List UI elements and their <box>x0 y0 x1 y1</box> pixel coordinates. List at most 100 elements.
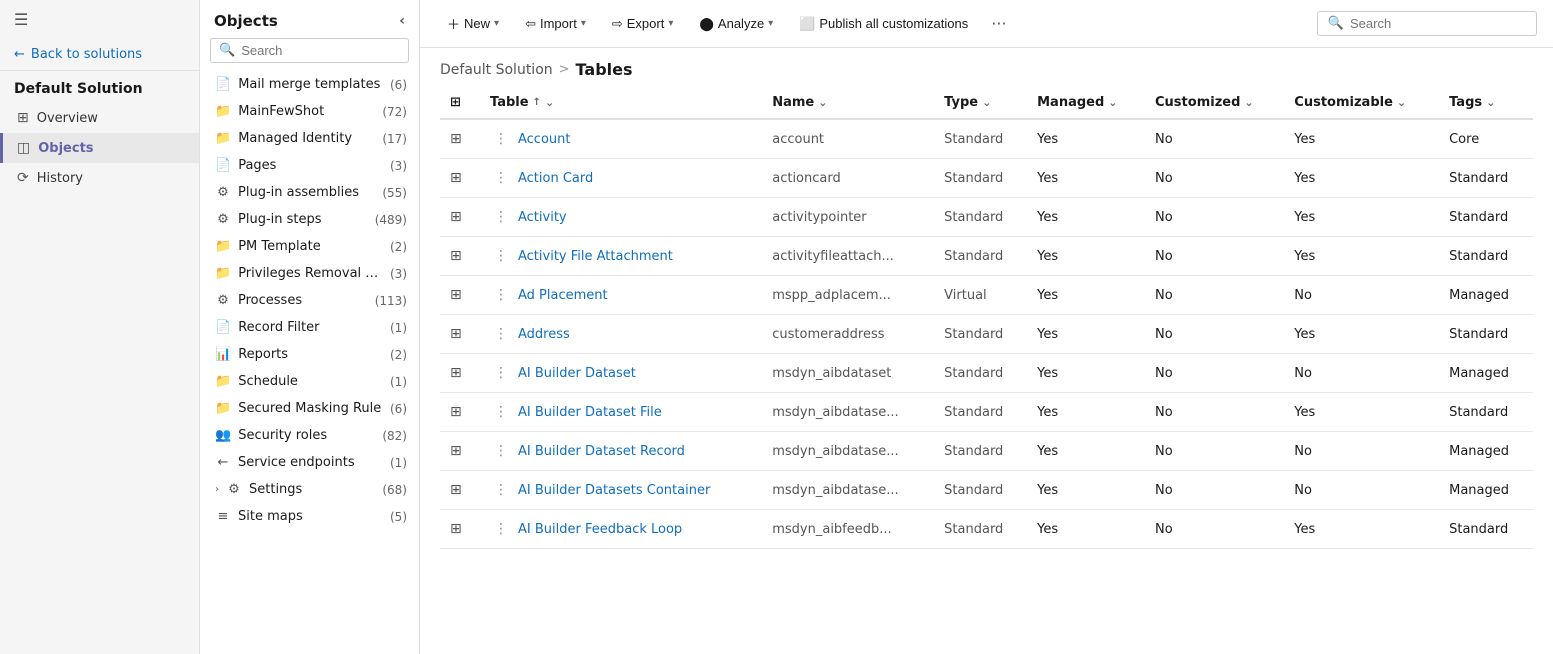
objects-item-record-filter[interactable]: 📄 Record Filter (1) <box>200 314 419 341</box>
hamburger-icon[interactable]: ☰ <box>0 0 199 39</box>
row-table-name[interactable]: Address <box>518 327 570 342</box>
row-table-name[interactable]: AI Builder Datasets Container <box>518 483 710 498</box>
analyze-button[interactable]: ⬤ Analyze ▾ <box>688 10 784 38</box>
row-menu-icon[interactable]: ⋮ <box>490 441 512 461</box>
th-tags[interactable]: Tags⌄ <box>1439 87 1533 119</box>
import-label: Import <box>540 16 577 31</box>
sidebar-item-overview[interactable]: ⊞ Overview <box>0 103 199 133</box>
row-table-name[interactable]: Action Card <box>518 171 593 186</box>
row-menu-icon[interactable]: ⋮ <box>490 285 512 305</box>
objects-item-processes[interactable]: ⚙ Processes (113) <box>200 287 419 314</box>
toolbar-search-input[interactable] <box>1350 16 1526 31</box>
filter-type-icon[interactable]: ⌄ <box>982 96 991 109</box>
row-table-name[interactable]: AI Builder Dataset <box>518 366 636 381</box>
row-menu-icon[interactable]: ⋮ <box>490 246 512 266</box>
filter-tags-icon[interactable]: ⌄ <box>1486 96 1495 109</box>
th-label-customizable: Customizable <box>1294 95 1393 110</box>
objects-item-mail-merge[interactable]: 📄 Mail merge templates (6) <box>200 71 419 98</box>
publish-button[interactable]: ⬜ Publish all customizations <box>788 10 979 38</box>
sidebar-label-history: History <box>37 171 83 186</box>
row-menu-icon[interactable]: ⋮ <box>490 363 512 383</box>
row-menu-icon[interactable]: ⋮ <box>490 168 512 188</box>
row-menu-icon[interactable]: ⋮ <box>490 402 512 422</box>
toolbar-search-box[interactable]: 🔍 <box>1317 11 1537 36</box>
filter-customized-icon[interactable]: ⌄ <box>1244 96 1253 109</box>
import-button[interactable]: ⇦ Import ▾ <box>514 10 597 38</box>
objects-item-managed-identity[interactable]: 📁 Managed Identity (17) <box>200 125 419 152</box>
table-row: ⊞ ⋮ Action Card actioncardStandardYesNoY… <box>440 159 1533 198</box>
objects-item-plugin-steps[interactable]: ⚙ Plug-in steps (489) <box>200 206 419 233</box>
row-menu-icon[interactable]: ⋮ <box>490 324 512 344</box>
sort-table-icon: ↑ <box>533 97 541 108</box>
objects-item-service-endpoints[interactable]: ← Service endpoints (1) <box>200 449 419 476</box>
row-menu-icon[interactable]: ⋮ <box>490 519 512 539</box>
history-icon: ⟳ <box>17 170 29 186</box>
sidebar-item-objects[interactable]: ◫ Objects <box>0 133 199 163</box>
objects-item-privileges[interactable]: 📁 Privileges Removal S... (3) <box>200 260 419 287</box>
row-customized-cell: No <box>1145 315 1284 354</box>
objects-item-security-roles[interactable]: 👥 Security roles (82) <box>200 422 419 449</box>
row-table-name[interactable]: AI Builder Feedback Loop <box>518 522 682 537</box>
objects-item-pages[interactable]: 📄 Pages (3) <box>200 152 419 179</box>
objects-item-pm-template[interactable]: 📁 PM Template (2) <box>200 233 419 260</box>
new-button[interactable]: ＋ New ▾ <box>436 8 510 39</box>
pm-template-count: (2) <box>390 240 407 254</box>
row-table-name[interactable]: Activity <box>518 210 567 225</box>
import-icon: ⇦ <box>525 16 536 32</box>
record-filter-label: Record Filter <box>238 320 383 335</box>
back-arrow-icon: ← <box>14 47 25 62</box>
th-customizable[interactable]: Customizable ⌄ <box>1284 87 1439 119</box>
plugin-assemblies-label: Plug-in assemblies <box>238 185 375 200</box>
schedule-list-icon: 📁 <box>215 374 231 389</box>
row-menu-icon[interactable]: ⋮ <box>490 207 512 227</box>
row-table-name[interactable]: AI Builder Dataset File <box>518 405 662 420</box>
new-label: New <box>464 16 490 31</box>
table-select-icon[interactable]: ⊞ <box>450 95 461 110</box>
row-table-cell: ⋮ Ad Placement <box>480 276 762 315</box>
filter-customizable-icon[interactable]: ⌄ <box>1397 96 1406 109</box>
th-table[interactable]: Table↑⌄ <box>480 87 762 119</box>
row-type-icon: ⊞ <box>440 354 480 393</box>
filter-name-icon[interactable]: ⌄ <box>818 96 827 109</box>
table-row: ⊞ ⋮ Activity activitypointerStandardYesN… <box>440 198 1533 237</box>
row-table-name[interactable]: Ad Placement <box>518 288 608 303</box>
reports-label: Reports <box>238 347 383 362</box>
sidebar-item-history[interactable]: ⟳ History <box>0 163 199 193</box>
objects-item-mainfewshot[interactable]: 📁 MainFewShot (72) <box>200 98 419 125</box>
back-to-solutions-button[interactable]: ← Back to solutions <box>0 39 199 71</box>
objects-item-reports[interactable]: 📊 Reports (2) <box>200 341 419 368</box>
filter-managed-icon[interactable]: ⌄ <box>1108 96 1117 109</box>
th-label-name: Name <box>772 95 814 110</box>
objects-search-box[interactable]: 🔍 <box>210 38 409 63</box>
th-managed[interactable]: Managed⌄ <box>1027 87 1145 119</box>
row-menu-icon[interactable]: ⋮ <box>490 129 512 149</box>
row-name-cell: msdyn_aibdatase... <box>762 471 934 510</box>
more-options-icon[interactable]: ··· <box>983 9 1014 38</box>
row-menu-icon[interactable]: ⋮ <box>490 480 512 500</box>
export-button[interactable]: ⇨ Export ▾ <box>601 10 685 38</box>
objects-item-plugin-assemblies[interactable]: ⚙ Plug-in assemblies (55) <box>200 179 419 206</box>
objects-item-secured-masking[interactable]: 📁 Secured Masking Rule (6) <box>200 395 419 422</box>
filter-table-icon[interactable]: ⌄ <box>545 96 554 109</box>
objects-search-input[interactable] <box>241 43 400 58</box>
objects-item-schedule[interactable]: 📁 Schedule (1) <box>200 368 419 395</box>
secured-masking-count: (6) <box>390 402 407 416</box>
objects-item-site-maps[interactable]: ≡ Site maps (5) <box>200 503 419 530</box>
analyze-label: Analyze <box>718 16 764 31</box>
th-customized[interactable]: Customized⌄ <box>1145 87 1284 119</box>
row-tags-cell: Standard <box>1439 510 1533 549</box>
row-table-name[interactable]: Account <box>518 132 571 147</box>
th-name[interactable]: Name ⌄ <box>762 87 934 119</box>
row-customized-cell: No <box>1145 276 1284 315</box>
row-customized-cell: No <box>1145 393 1284 432</box>
row-managed-cell: Yes <box>1027 510 1145 549</box>
processes-label: Processes <box>238 293 368 308</box>
site-maps-count: (5) <box>390 510 407 524</box>
row-table-name[interactable]: Activity File Attachment <box>518 249 673 264</box>
row-table-name[interactable]: AI Builder Dataset Record <box>518 444 685 459</box>
objects-item-settings[interactable]: › ⚙ Settings (68) <box>200 476 419 503</box>
breadcrumb-parent[interactable]: Default Solution <box>440 62 553 78</box>
objects-collapse-icon[interactable]: ‹ <box>399 13 405 29</box>
security-roles-list-icon: 👥 <box>215 428 231 443</box>
th-type[interactable]: Type⌄ <box>934 87 1027 119</box>
